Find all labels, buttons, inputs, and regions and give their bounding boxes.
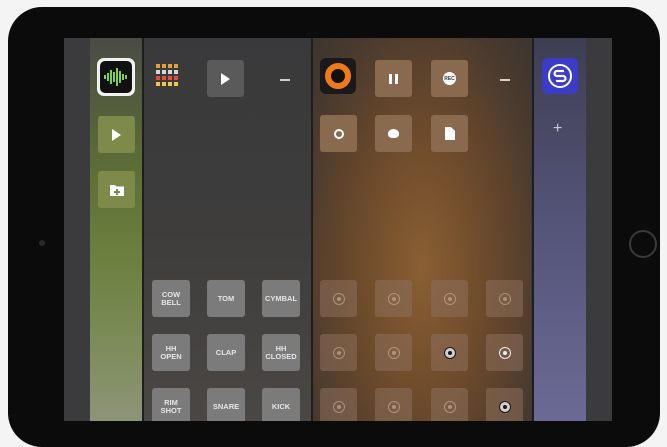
home-button[interactable]	[629, 230, 657, 258]
loop-pad[interactable]	[486, 334, 523, 371]
drum-machine-icon[interactable]	[152, 58, 186, 92]
pad-tom[interactable]: TOM	[207, 280, 245, 317]
drum-minimize-button[interactable]	[280, 79, 290, 81]
loop-pad[interactable]	[486, 388, 523, 421]
play-icon	[221, 72, 230, 85]
metronome-button[interactable]	[320, 115, 357, 152]
waveform-icon	[100, 61, 132, 93]
pad-snare[interactable]: SNARE	[207, 388, 245, 421]
play-icon	[112, 128, 121, 141]
ipad-screen: COW BELL TOM CYMBAL HH OPEN CLAP HH CLOSED …	[64, 38, 612, 421]
loop-pad[interactable]	[375, 388, 412, 421]
sampler-strip: +	[534, 38, 586, 421]
drum-play-button[interactable]	[207, 60, 244, 97]
loop-pad[interactable]	[431, 388, 468, 421]
pad-hh-open[interactable]: HH OPEN	[152, 334, 190, 371]
loop-pad[interactable]	[431, 334, 468, 371]
folder-plus-icon	[109, 184, 124, 196]
loop-pad[interactable]	[320, 334, 357, 371]
record-button[interactable]: REC	[431, 60, 468, 97]
loop-pad[interactable]	[320, 388, 357, 421]
recorder-app-icon[interactable]	[320, 58, 356, 94]
loop-pad[interactable]	[375, 334, 412, 371]
sampler-app-icon[interactable]	[542, 58, 578, 94]
loop-pad[interactable]	[320, 280, 357, 317]
cloud-icon	[388, 129, 399, 138]
loop-pad[interactable]	[375, 280, 412, 317]
host-app-icon[interactable]	[97, 58, 135, 96]
pad-cymbal[interactable]: CYMBAL	[262, 280, 300, 317]
s-logo-icon	[548, 64, 572, 88]
loop-pad[interactable]	[486, 280, 523, 317]
host-play-button[interactable]	[98, 116, 135, 153]
add-folder-button[interactable]	[98, 171, 135, 208]
loop-pad[interactable]	[431, 280, 468, 317]
transport-panel: REC	[313, 38, 531, 421]
orange-ring-icon	[325, 63, 351, 89]
rec-icon: REC	[443, 72, 456, 85]
add-plugin-button[interactable]: +	[553, 120, 562, 138]
transport-minimize-button[interactable]	[500, 79, 510, 81]
pad-cow-bell[interactable]: COW BELL	[152, 280, 190, 317]
pause-button[interactable]	[375, 60, 412, 97]
drum-machine-panel: COW BELL TOM CYMBAL HH OPEN CLAP HH CLOSED …	[144, 38, 311, 421]
file-button[interactable]	[431, 115, 468, 152]
pause-icon	[389, 73, 398, 84]
clock-icon	[333, 128, 344, 139]
file-icon	[444, 127, 455, 140]
host-app-strip	[90, 38, 142, 421]
pad-rim-shot[interactable]: RIM SHOT	[152, 388, 190, 421]
share-button[interactable]	[375, 115, 412, 152]
pad-clap[interactable]: CLAP	[207, 334, 245, 371]
pad-kick[interactable]: KICK	[262, 388, 300, 421]
front-camera	[39, 240, 45, 246]
pad-hh-closed[interactable]: HH CLOSED	[262, 334, 300, 371]
